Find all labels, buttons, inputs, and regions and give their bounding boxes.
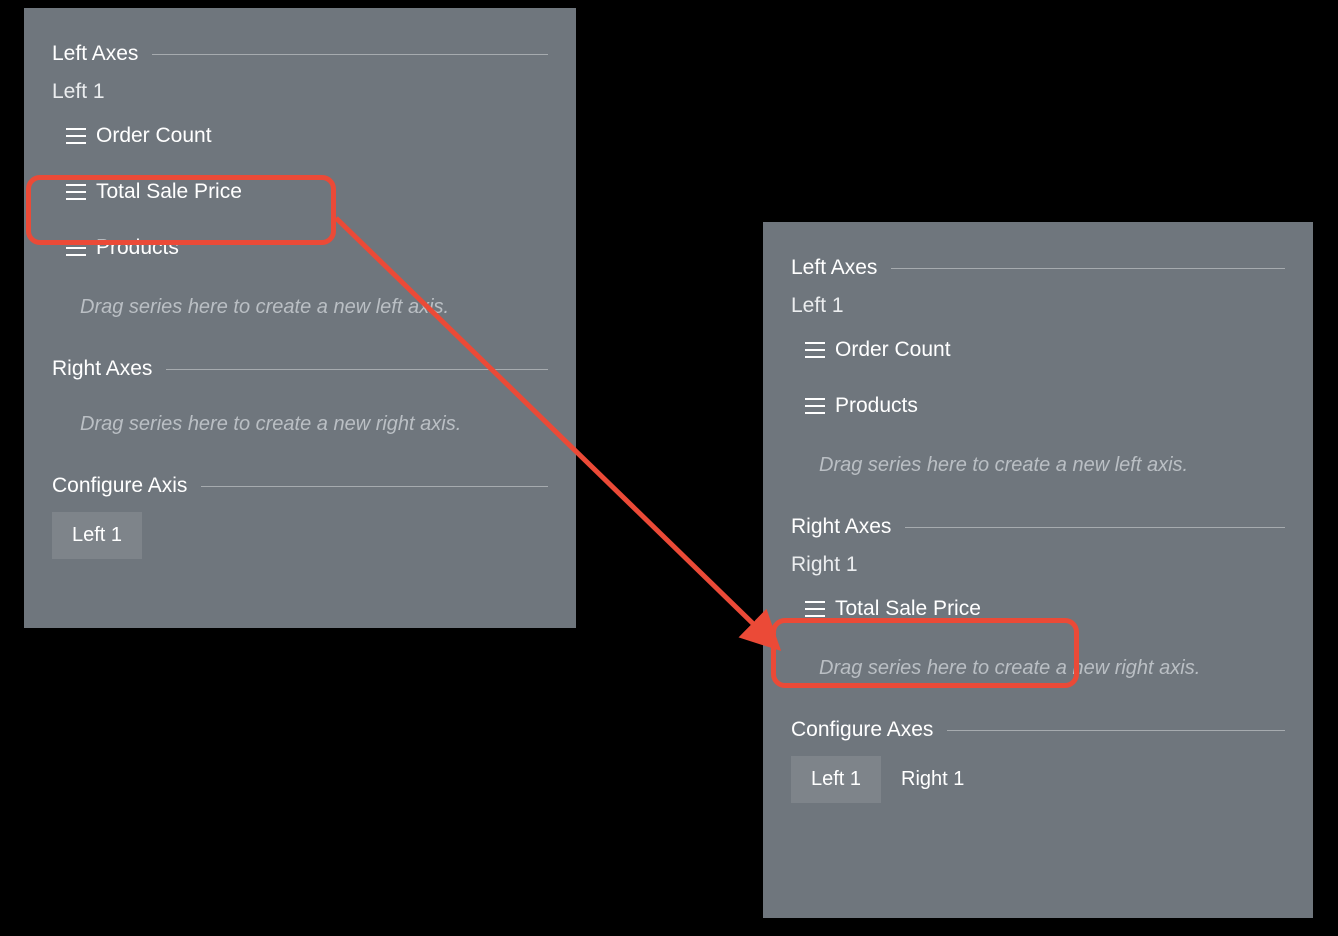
series-item-order-count[interactable]: Order Count: [791, 324, 1285, 376]
configure-axis-tabs: Left 1: [52, 512, 548, 559]
left-axis-1-label: Left 1: [791, 294, 1285, 318]
left-axes-header-label: Left Axes: [52, 42, 138, 66]
divider: [891, 268, 1285, 269]
divider: [201, 486, 548, 487]
configure-axes-header-label: Configure Axes: [791, 718, 933, 742]
tab-left-1[interactable]: Left 1: [791, 756, 881, 803]
right-axes-header-label: Right Axes: [791, 515, 891, 539]
series-label: Products: [96, 236, 179, 260]
left-axis-1-label: Left 1: [52, 80, 548, 104]
series-label: Order Count: [835, 338, 951, 362]
series-label: Total Sale Price: [96, 180, 242, 204]
divider: [905, 527, 1285, 528]
series-label: Order Count: [96, 124, 212, 148]
left-axis-drop-zone[interactable]: Drag series here to create a new left ax…: [791, 436, 1285, 499]
divider: [947, 730, 1285, 731]
divider: [166, 369, 548, 370]
drag-handle-icon[interactable]: [66, 184, 86, 200]
configure-axis-header-label: Configure Axis: [52, 474, 187, 498]
drag-handle-icon[interactable]: [805, 601, 825, 617]
divider: [152, 54, 548, 55]
drag-handle-icon[interactable]: [805, 398, 825, 414]
series-label: Total Sale Price: [835, 597, 981, 621]
tab-left-1[interactable]: Left 1: [52, 512, 142, 559]
series-label: Products: [835, 394, 918, 418]
right-axes-header-label: Right Axes: [52, 357, 152, 381]
axes-config-panel-after: Left Axes Left 1 Order Count Products Dr…: [763, 222, 1313, 918]
series-item-products[interactable]: Products: [52, 222, 548, 274]
series-item-total-sale-price[interactable]: Total Sale Price: [791, 583, 1285, 635]
drag-handle-icon[interactable]: [66, 128, 86, 144]
series-item-total-sale-price[interactable]: Total Sale Price: [52, 166, 548, 218]
left-axis-drop-zone[interactable]: Drag series here to create a new left ax…: [52, 278, 548, 341]
drag-handle-icon[interactable]: [805, 342, 825, 358]
tab-right-1[interactable]: Right 1: [881, 756, 984, 803]
configure-axes-tabs: Left 1 Right 1: [791, 756, 1285, 803]
right-axis-1-label: Right 1: [791, 553, 1285, 577]
left-axes-header: Left Axes: [52, 42, 548, 66]
configure-axis-header: Configure Axis: [52, 474, 548, 498]
left-axes-header: Left Axes: [791, 256, 1285, 280]
axes-config-panel-before: Left Axes Left 1 Order Count Total Sale …: [24, 8, 576, 628]
series-item-order-count[interactable]: Order Count: [52, 110, 548, 162]
right-axes-header: Right Axes: [52, 357, 548, 381]
series-item-products[interactable]: Products: [791, 380, 1285, 432]
right-axis-drop-zone[interactable]: Drag series here to create a new right a…: [791, 639, 1285, 702]
right-axis-drop-zone[interactable]: Drag series here to create a new right a…: [52, 395, 548, 458]
configure-axes-header: Configure Axes: [791, 718, 1285, 742]
right-axes-header: Right Axes: [791, 515, 1285, 539]
left-axes-header-label: Left Axes: [791, 256, 877, 280]
drag-handle-icon[interactable]: [66, 240, 86, 256]
